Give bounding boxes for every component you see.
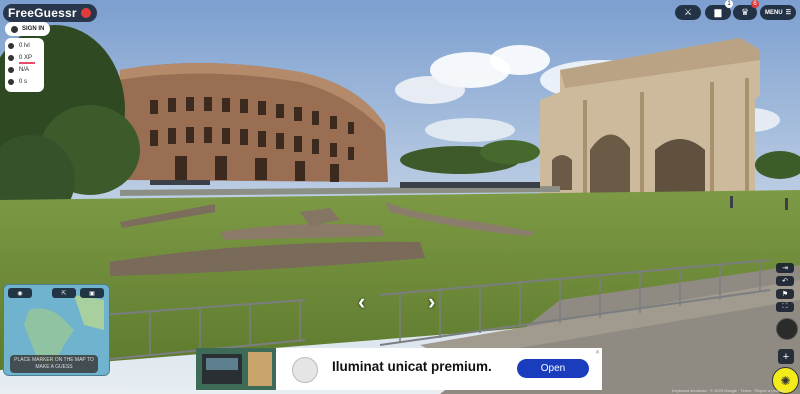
ad-banner[interactable]: Iluminat unicat premium. Open ✕: [196, 348, 602, 390]
trophy-icon: ♛: [740, 7, 750, 17]
hamburger-icon: ☰: [785, 10, 792, 16]
ad-thumbnail: [196, 348, 276, 390]
guess-line-2: MAKE A GUESS: [35, 364, 73, 370]
exit-fullscreen-button[interactable]: ⇥: [776, 263, 794, 273]
map-attribution: Keyboard shortcuts · © 2025 Google · Ter…: [672, 388, 786, 393]
stat-rank: N/A: [5, 64, 44, 76]
map-layer-button[interactable]: ▣: [80, 288, 104, 298]
stat-rank-value: N/A: [19, 67, 30, 73]
user-icon: [11, 25, 18, 33]
guess-line-1: PLACE MARKER ON THE MAP TO: [14, 357, 94, 363]
map-size-controls: ⇱ ▣: [52, 288, 104, 298]
zoom-in-button[interactable]: +: [778, 349, 794, 364]
stat-time-value: 0 s: [19, 79, 28, 85]
ad-close-icon[interactable]: ✕: [595, 349, 600, 356]
app-logo-text: FreeGuessr: [8, 6, 77, 20]
car-icon: ▆: [714, 7, 722, 17]
clock-icon: [8, 79, 14, 85]
daily-challenge-button[interactable]: ♛ 6: [733, 0, 759, 20]
compass-icon[interactable]: [776, 318, 798, 340]
battle-button[interactable]: ⚔: [675, 5, 701, 20]
sign-in-label: SIGN IN: [22, 26, 45, 32]
map-pin-button[interactable]: ◉: [8, 288, 32, 298]
app-logo[interactable]: FreeGuessr: [3, 4, 97, 22]
crossed-swords-icon: ⚔: [683, 7, 693, 17]
sun-icon: ✺: [780, 373, 791, 388]
ad-headline: Iluminat unicat premium.: [332, 359, 492, 374]
ad-open-button[interactable]: Open: [517, 359, 589, 378]
player-stats-panel: 0 lvl 0 XP N/A 0 s: [5, 38, 44, 92]
return-to-start-button[interactable]: ⚑: [776, 289, 794, 299]
ad-brand-logo: [292, 357, 318, 383]
map-enlarge-button[interactable]: ⇱: [52, 288, 76, 298]
multiplayer-button[interactable]: ▆ 1: [705, 0, 733, 20]
menu-button[interactable]: MENU ☰: [760, 5, 796, 20]
daily-badge: 6: [751, 0, 759, 8]
stat-xp-value: 0 XP: [19, 55, 33, 61]
fullscreen-button[interactable]: ⛶: [776, 302, 794, 312]
street-view-panorama[interactable]: [0, 0, 800, 394]
map-controls: ◉: [8, 288, 32, 298]
move-left-arrow[interactable]: ‹: [358, 289, 365, 315]
xp-progress-bar: [19, 62, 35, 64]
xp-icon: [8, 55, 14, 61]
stat-xp: 0 XP: [5, 52, 44, 64]
rank-icon: [8, 67, 14, 73]
multiplayer-badge: 1: [725, 0, 733, 8]
undo-button[interactable]: ↶: [776, 276, 794, 286]
stat-level: 0 lvl: [5, 40, 44, 52]
guess-button[interactable]: PLACE MARKER ON THE MAP TO MAKE A GUESS: [10, 355, 98, 373]
stat-time: 0 s: [5, 76, 44, 88]
arrow-right-icon: ⇥: [782, 265, 788, 272]
enlarge-icon: ⇱: [61, 290, 67, 297]
move-right-arrow[interactable]: ›: [428, 289, 435, 315]
expand-icon: ⛶: [782, 303, 788, 310]
pin-icon: ◉: [17, 290, 23, 297]
sign-in-button[interactable]: SIGN IN: [5, 22, 51, 36]
stat-level-value: 0 lvl: [19, 43, 30, 49]
undo-icon: ↶: [782, 278, 788, 285]
map-pin-icon: [80, 8, 91, 18]
ad-thumbnail-image: [196, 348, 276, 390]
level-icon: [8, 43, 14, 49]
panorama-image: [0, 0, 800, 394]
menu-label: MENU: [764, 9, 783, 16]
layers-icon: ▣: [89, 290, 95, 297]
flag-icon: ⚑: [781, 291, 789, 298]
plus-icon: +: [782, 350, 790, 363]
